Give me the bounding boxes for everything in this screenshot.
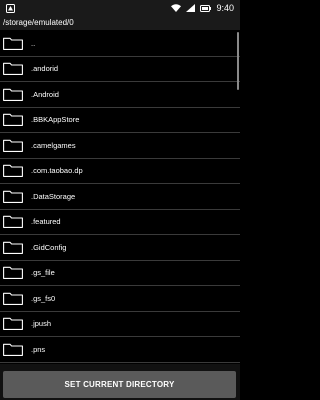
folder-icon bbox=[3, 215, 23, 229]
status-right: 9:40 bbox=[171, 3, 234, 13]
folder-name: .gs_fs0 bbox=[31, 293, 56, 303]
folder-name: .BBKAppStore bbox=[31, 115, 80, 125]
folder-icon bbox=[3, 164, 23, 178]
folder-row[interactable]: .andorid bbox=[0, 57, 240, 82]
status-bar: 9:40 bbox=[0, 0, 240, 16]
folder-row[interactable]: .com.taobao.dp bbox=[0, 159, 240, 184]
file-list[interactable]: .. .andorid .Android .BBKAppStore .camelgame… bbox=[0, 31, 240, 364]
folder-name: .Android bbox=[31, 89, 59, 99]
status-time: 9:40 bbox=[216, 3, 234, 13]
battery-icon bbox=[200, 4, 212, 12]
folder-name: .andorid bbox=[31, 64, 59, 74]
folder-row[interactable]: .jpush bbox=[0, 312, 240, 337]
folder-icon bbox=[3, 190, 23, 203]
folder-row[interactable]: .featured bbox=[0, 210, 240, 235]
folder-row[interactable]: .DataStorage bbox=[0, 184, 240, 210]
folder-icon bbox=[3, 113, 23, 127]
folder-row[interactable]: .gs_file bbox=[0, 261, 240, 286]
folder-icon bbox=[3, 139, 23, 152]
folder-icon bbox=[3, 88, 23, 101]
status-left bbox=[6, 3, 15, 13]
scrollbar-thumb[interactable] bbox=[237, 32, 239, 90]
folder-name: .jpush bbox=[31, 319, 52, 329]
folder-row[interactable]: .BBKAppStore bbox=[0, 108, 240, 133]
set-current-directory-button[interactable]: SET CURRENT DIRECTORY bbox=[3, 371, 236, 398]
folder-icon bbox=[3, 317, 23, 331]
bottom-bar: SET CURRENT DIRECTORY bbox=[0, 364, 240, 400]
folder-icon bbox=[3, 241, 23, 254]
folder-icon bbox=[3, 62, 23, 76]
notification-icon bbox=[6, 3, 15, 13]
folder-name: .camelgames bbox=[31, 140, 76, 150]
folder-name: .pns bbox=[31, 344, 46, 354]
folder-name: .GidConfig bbox=[31, 242, 67, 252]
folder-row[interactable]: .GidConfig bbox=[0, 235, 240, 261]
current-path: /storage/emulated/0 bbox=[0, 16, 240, 30]
folder-icon bbox=[3, 37, 23, 50]
folder-icon bbox=[3, 266, 23, 280]
folder-row[interactable]: .. bbox=[0, 31, 240, 57]
signal-icon bbox=[186, 4, 196, 12]
folder-row[interactable]: .camelgames bbox=[0, 133, 240, 159]
folder-row[interactable]: .pns bbox=[0, 337, 240, 363]
folder-icon bbox=[3, 292, 23, 305]
folder-row[interactable]: .gs_fs0 bbox=[0, 286, 240, 312]
folder-icon bbox=[3, 343, 23, 356]
wifi-icon bbox=[171, 4, 182, 12]
folder-name: .DataStorage bbox=[31, 191, 76, 201]
folder-row[interactable]: .Android bbox=[0, 82, 240, 108]
folder-name: .gs_file bbox=[31, 268, 55, 278]
folder-name: .. bbox=[31, 38, 36, 48]
folder-name: .featured bbox=[31, 217, 61, 227]
folder-name: .com.taobao.dp bbox=[31, 166, 83, 176]
